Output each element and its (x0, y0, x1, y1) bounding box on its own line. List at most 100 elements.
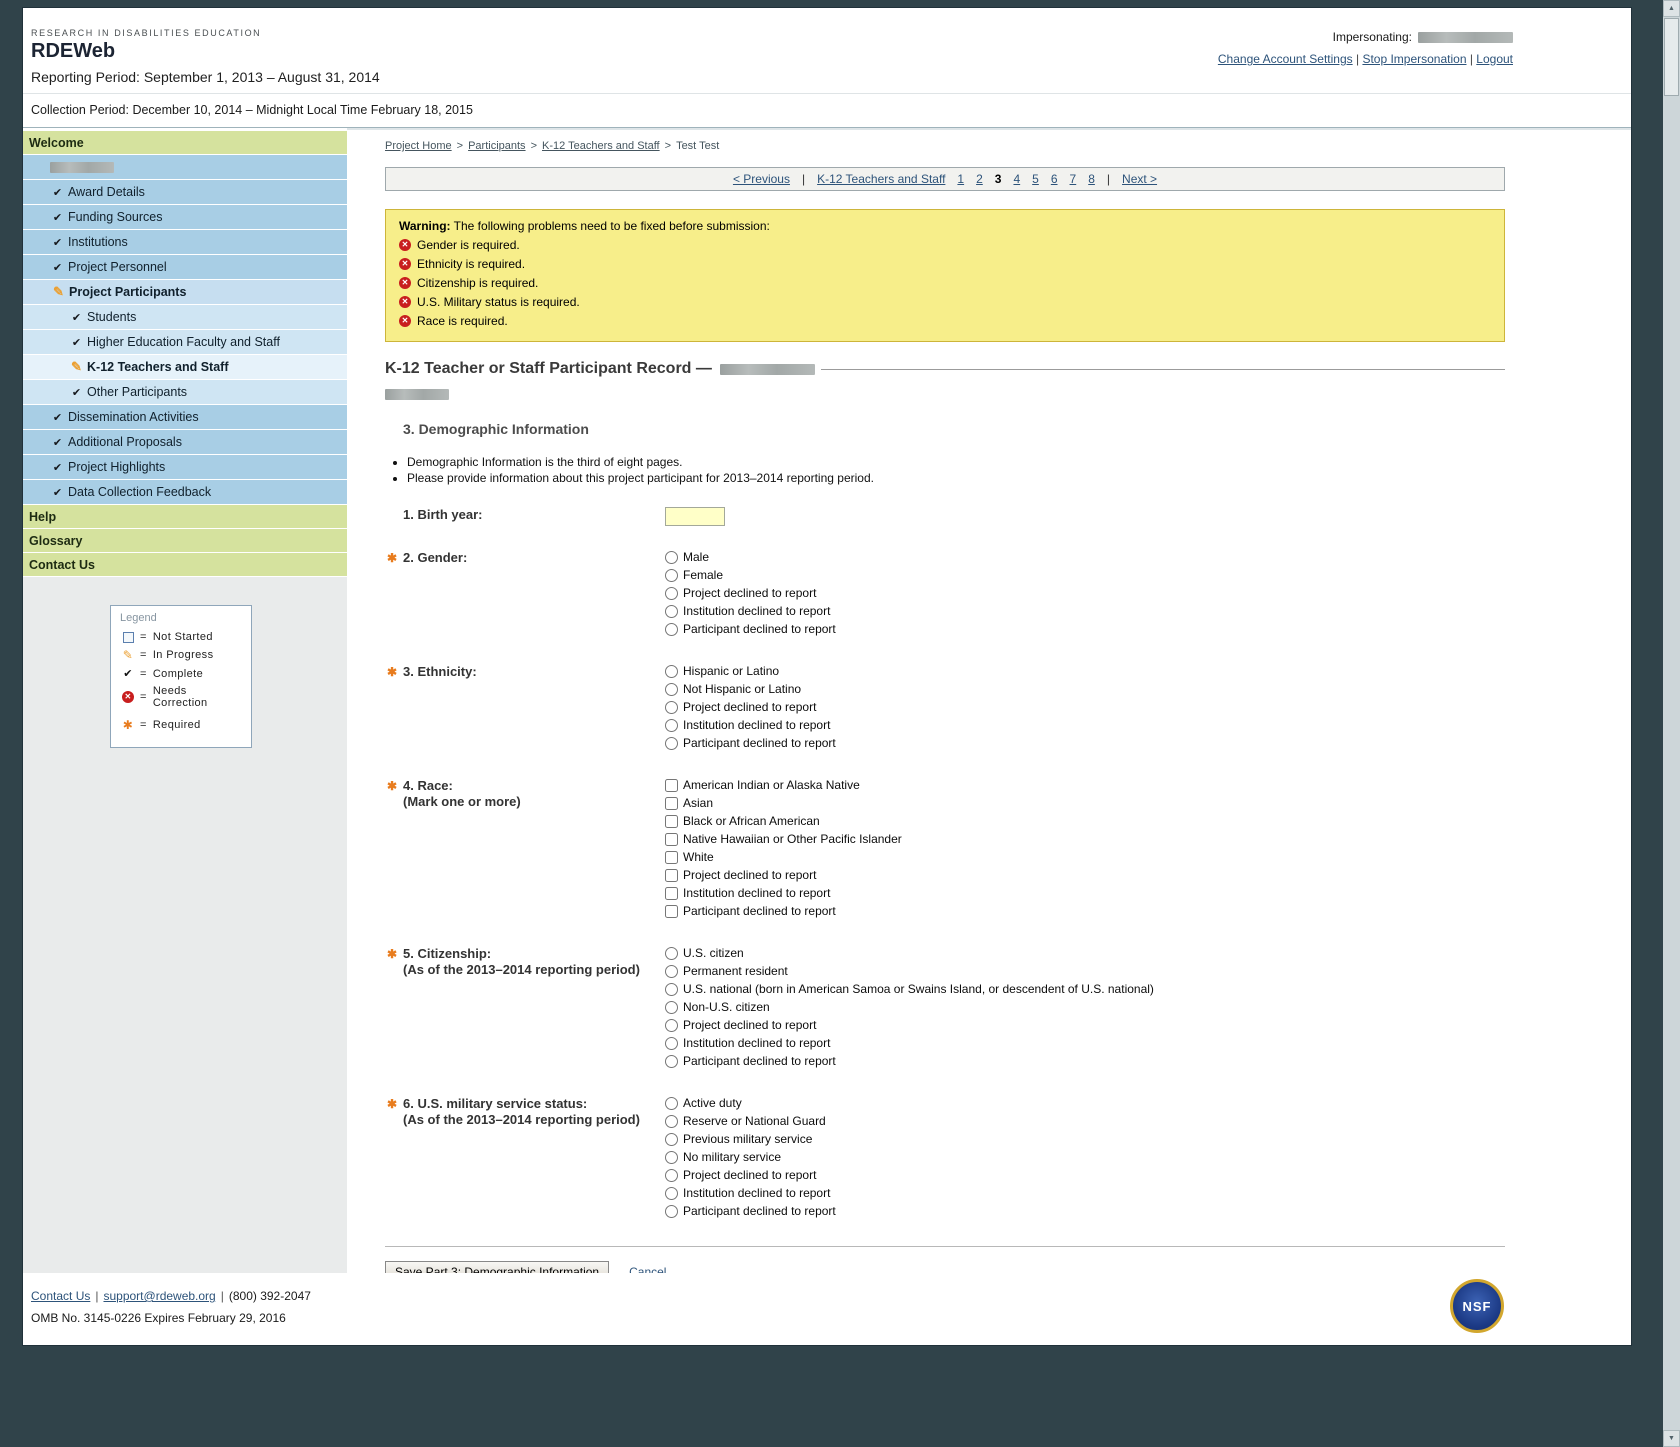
option-reserve-or-national-guard[interactable]: Reserve or National Guard (665, 1114, 836, 1128)
option-institution-declined-to-report[interactable]: Institution declined to report (665, 1186, 836, 1200)
radio-input[interactable] (665, 1001, 678, 1014)
checkbox-input[interactable] (665, 869, 678, 882)
radio-input[interactable] (665, 569, 678, 582)
option-participant-declined-to-report[interactable]: Participant declined to report (665, 622, 836, 636)
radio-input[interactable] (665, 665, 678, 678)
option-male[interactable]: Male (665, 550, 836, 564)
contact-us[interactable]: Contact Us (31, 1289, 90, 1303)
sidebar-item-higher-education-faculty-and-staff[interactable]: ✔Higher Education Faculty and Staff (23, 330, 347, 354)
checkbox-input[interactable] (665, 797, 678, 810)
radio-input[interactable] (665, 1115, 678, 1128)
option-project-declined-to-report[interactable]: Project declined to report (665, 1018, 1154, 1032)
sidebar-item-project-highlights[interactable]: ✔Project Highlights (23, 455, 347, 479)
page-number-7[interactable]: 7 (1070, 172, 1077, 186)
page-scrollbar[interactable]: ▲ ▼ (1663, 0, 1680, 1447)
sidebar-item-project-personnel[interactable]: ✔Project Personnel (23, 255, 347, 279)
sidebar-item-welcome[interactable]: Welcome (23, 131, 347, 154)
sidebar-item-other-participants[interactable]: ✔Other Participants (23, 380, 347, 404)
radio-input[interactable] (665, 719, 678, 732)
radio-input[interactable] (665, 1169, 678, 1182)
radio-input[interactable] (665, 1097, 678, 1110)
sidebar-item-award-details[interactable]: ✔Award Details (23, 180, 347, 204)
option-permanent-resident[interactable]: Permanent resident (665, 964, 1154, 978)
option-female[interactable]: Female (665, 568, 836, 582)
option-active-duty[interactable]: Active duty (665, 1096, 836, 1110)
scroll-down-arrow[interactable]: ▼ (1663, 1430, 1680, 1447)
option-native-hawaiian-or-other-pacific-islander[interactable]: Native Hawaiian or Other Pacific Islande… (665, 832, 902, 846)
option-participant-declined-to-report[interactable]: Participant declined to report (665, 1054, 1154, 1068)
section-link[interactable]: K-12 Teachers and Staff (817, 172, 945, 186)
radio-input[interactable] (665, 737, 678, 750)
option-institution-declined-to-report[interactable]: Institution declined to report (665, 718, 836, 732)
next-page-link[interactable]: Next > (1122, 172, 1157, 186)
option-non-u-s-citizen[interactable]: Non-U.S. citizen (665, 1000, 1154, 1014)
sidebar-item-students[interactable]: ✔Students (23, 305, 347, 329)
radio-input[interactable] (665, 1133, 678, 1146)
radio-input[interactable] (665, 983, 678, 996)
option-american-indian-or-alaska-native[interactable]: American Indian or Alaska Native (665, 778, 902, 792)
sidebar-item-institutions[interactable]: ✔Institutions (23, 230, 347, 254)
radio-input[interactable] (665, 1019, 678, 1032)
radio-input[interactable] (665, 947, 678, 960)
radio-input[interactable] (665, 683, 678, 696)
page-number-4[interactable]: 4 (1013, 172, 1020, 186)
option-project-declined-to-report[interactable]: Project declined to report (665, 586, 836, 600)
stop-impersonation-link[interactable]: Stop Impersonation (1362, 52, 1466, 66)
scrollbar-thumb[interactable] (1664, 18, 1679, 96)
option-institution-declined-to-report[interactable]: Institution declined to report (665, 604, 836, 618)
sidebar-item-glossary[interactable]: Glossary (23, 529, 347, 552)
page-number-8[interactable]: 8 (1088, 172, 1095, 186)
sidebar-item-redacted[interactable] (23, 155, 347, 179)
scroll-up-arrow[interactable]: ▲ (1663, 0, 1680, 17)
radio-input[interactable] (665, 587, 678, 600)
sidebar-item-k-12-teachers-and-staff[interactable]: ✎K-12 Teachers and Staff (23, 355, 347, 379)
option-project-declined-to-report[interactable]: Project declined to report (665, 868, 902, 882)
option-black-or-african-american[interactable]: Black or African American (665, 814, 902, 828)
option-asian[interactable]: Asian (665, 796, 902, 810)
page-number-6[interactable]: 6 (1051, 172, 1058, 186)
radio-input[interactable] (665, 1151, 678, 1164)
option-previous-military-service[interactable]: Previous military service (665, 1132, 836, 1146)
radio-input[interactable] (665, 1037, 678, 1050)
breadcrumb-project-home[interactable]: Project Home (385, 140, 452, 152)
option-u-s-national-born-in-american-samoa-or-swains-island-or-descendent-of-u-s-national[interactable]: U.S. national (born in American Samoa or… (665, 982, 1154, 996)
radio-input[interactable] (665, 551, 678, 564)
option-project-declined-to-report[interactable]: Project declined to report (665, 700, 836, 714)
page-number-1[interactable]: 1 (957, 172, 964, 186)
radio-input[interactable] (665, 1187, 678, 1200)
option-institution-declined-to-report[interactable]: Institution declined to report (665, 1036, 1154, 1050)
sidebar-item-additional-proposals[interactable]: ✔Additional Proposals (23, 430, 347, 454)
sidebar-item-project-participants[interactable]: ✎Project Participants (23, 280, 347, 304)
page-number-5[interactable]: 5 (1032, 172, 1039, 186)
checkbox-input[interactable] (665, 779, 678, 792)
sidebar-item-data-collection-feedback[interactable]: ✔Data Collection Feedback (23, 480, 347, 504)
option-participant-declined-to-report[interactable]: Participant declined to report (665, 1204, 836, 1218)
option-participant-declined-to-report[interactable]: Participant declined to report (665, 904, 902, 918)
option-u-s-citizen[interactable]: U.S. citizen (665, 946, 1154, 960)
breadcrumb-participants[interactable]: Participants (468, 140, 525, 152)
checkbox-input[interactable] (665, 887, 678, 900)
radio-input[interactable] (665, 701, 678, 714)
checkbox-input[interactable] (665, 815, 678, 828)
sidebar-item-help[interactable]: Help (23, 505, 347, 528)
breadcrumb-k-12-teachers-and-staff[interactable]: K-12 Teachers and Staff (542, 140, 660, 152)
radio-input[interactable] (665, 605, 678, 618)
birth-year-input[interactable] (665, 507, 725, 526)
change-account-settings-link[interactable]: Change Account Settings (1218, 52, 1353, 66)
sidebar-item-dissemination-activities[interactable]: ✔Dissemination Activities (23, 405, 347, 429)
radio-input[interactable] (665, 623, 678, 636)
option-institution-declined-to-report[interactable]: Institution declined to report (665, 886, 902, 900)
support-rdeweb-org[interactable]: support@rdeweb.org (103, 1289, 215, 1303)
page-number-2[interactable]: 2 (976, 172, 983, 186)
option-no-military-service[interactable]: No military service (665, 1150, 836, 1164)
sidebar-item-funding-sources[interactable]: ✔Funding Sources (23, 205, 347, 229)
checkbox-input[interactable] (665, 851, 678, 864)
checkbox-input[interactable] (665, 833, 678, 846)
option-project-declined-to-report[interactable]: Project declined to report (665, 1168, 836, 1182)
radio-input[interactable] (665, 965, 678, 978)
previous-page-link[interactable]: < Previous (733, 172, 790, 186)
checkbox-input[interactable] (665, 905, 678, 918)
option-hispanic-or-latino[interactable]: Hispanic or Latino (665, 664, 836, 678)
radio-input[interactable] (665, 1205, 678, 1218)
option-participant-declined-to-report[interactable]: Participant declined to report (665, 736, 836, 750)
